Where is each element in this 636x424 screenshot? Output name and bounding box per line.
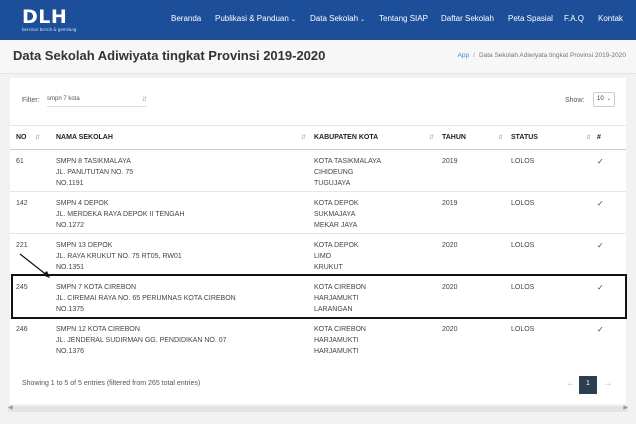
check-icon[interactable]: ✓ [597,149,626,192]
page-header: Data Sekolah Adiwiyata tingkat Provinsi … [0,40,636,74]
sort-icon: ⇵ [34,135,40,141]
page-size-select[interactable]: 10 ⌄ [593,92,615,107]
entries-info: Showing 1 to 5 of 5 entries (filtered fr… [22,380,201,387]
column-header-kabupaten-kota[interactable]: KABUPATEN KOTA ⇵ [312,125,440,150]
cell-kabupaten-kota: KOTA CIREBON HARJAMUKTI LARANGAN [312,275,440,318]
sort-icon: ⇵ [497,135,503,141]
table-row[interactable]: 142 SMPN 4 DEPOK JL. MERDEKA RAYA DEPOK I… [10,191,626,234]
column-header-nama-sekolah[interactable]: NAMA SEKOLAH ⇵ [54,125,312,150]
filter-label: Filter: [22,97,40,104]
cell-kabupaten-kota: KOTA DEPOK LIMO KRUKUT [312,233,440,276]
cell-no: 142 [10,191,54,234]
annotation-arrow-icon [19,253,50,278]
logo-text: DLH [22,6,68,28]
cell-tahun: 2019 [440,149,509,192]
sort-icon: ⇵ [428,135,434,141]
table-row[interactable]: 246 SMPN 12 KOTA CIREBON JL. JENDERAL SUD… [10,317,626,360]
cell-nama-sekolah: SMPN 13 DEPOK JL. RAYA KRUKUT NO. 75 RT05… [54,233,312,276]
cell-nama-sekolah: SMPN 7 KOTA CIREBON JL. CIREMAI RAYA NO. … [54,275,312,318]
nav-item-tentang-siap[interactable]: Tentang SIAP [379,14,428,23]
breadcrumb-separator: / [473,52,475,59]
chevron-down-icon: ⌄ [290,17,296,23]
schools-table: NO ⇵ NAMA SEKOLAH ⇵ KABUPATEN KOTA ⇵ TAHUN ⇵… [10,125,626,360]
cell-no: 245 [10,275,54,318]
show-label: Show: [565,97,585,104]
scroll-right-arrow-icon[interactable]: ▶ [623,404,628,411]
chevron-down-icon: ⌄ [360,17,366,23]
breadcrumb-app-link[interactable]: App [458,52,470,59]
page-button-current[interactable]: 1 [579,376,597,394]
cell-status: LOLOS [509,233,597,276]
select-arrows-icon: ⇵ [141,97,147,103]
cell-tahun: 2019 [440,191,509,234]
logo-tagline: bersinar bersih & gemilang [22,27,77,32]
top-navbar: DLH bersinar bersih & gemilang Beranda P… [0,0,636,40]
page-size-value: 10 [597,96,604,102]
page-title: Data Sekolah Adiwiyata tingkat Provinsi … [13,48,326,63]
nav-item-peta-spasial[interactable]: Peta Spasial [508,14,553,23]
cell-tahun: 2020 [440,233,509,276]
check-icon[interactable]: ✓ [597,233,626,276]
table-row[interactable]: 61 SMPN 8 TASIKMALAYA JL. PANUTUTAN NO. 7… [10,149,626,192]
prev-page-arrow-icon[interactable]: ← [566,378,576,389]
chevron-down-icon: ⌄ [606,96,611,102]
check-icon[interactable]: ✓ [597,191,626,234]
cell-status: LOLOS [509,275,597,318]
table-header-row: NO ⇵ NAMA SEKOLAH ⇵ KABUPATEN KOTA ⇵ TAHUN ⇵… [10,125,626,150]
breadcrumb: App / Data Sekolah Adiwiyata tingkat Provi… [458,52,626,59]
column-header-status[interactable]: STATUS ⇵ [509,125,597,150]
cell-status: LOLOS [509,317,597,360]
cell-status: LOLOS [509,149,597,192]
nav-item-beranda[interactable]: Beranda [171,14,201,23]
table-row-highlighted[interactable]: 245 SMPN 7 KOTA CIREBON JL. CIREMAI RAYA … [10,275,626,318]
cell-no: 246 [10,317,54,360]
cell-nama-sekolah: SMPN 12 KOTA CIREBON JL. JENDERAL SUDIRMA… [54,317,312,360]
nav-item-faq[interactable]: F.A.Q [564,14,584,23]
next-page-arrow-icon[interactable]: → [603,378,613,389]
column-header-no[interactable]: NO ⇵ [10,125,54,150]
cell-tahun: 2020 [440,275,509,318]
sort-icon: ⇵ [300,135,306,141]
data-table-card: Filter: smpn 7 kota ⇵ Show: 10 ⌄ NO ⇵ NAM… [10,78,626,404]
nav-item-data-sekolah[interactable]: Data Sekolah ⌄ [310,14,365,23]
nav-item-publikasi[interactable]: Publikasi & Panduan ⌄ [215,14,296,23]
sort-icon: ⇵ [585,135,591,141]
cell-kabupaten-kota: KOTA TASIKMALAYA CIHIDEUNG TUGUJAYA [312,149,440,192]
check-icon[interactable]: ✓ [597,275,626,318]
column-header-action: # [597,125,626,150]
nav-item-kontak[interactable]: Kontak [598,14,623,23]
cell-no: 61 [10,149,54,192]
check-icon[interactable]: ✓ [597,317,626,360]
cell-tahun: 2020 [440,317,509,360]
table-row[interactable]: 221 SMPN 13 DEPOK JL. RAYA KRUKUT NO. 75 … [10,233,626,276]
cell-nama-sekolah: SMPN 4 DEPOK JL. MERDEKA RAYA DEPOK II TE… [54,191,312,234]
cell-kabupaten-kota: KOTA DEPOK SUKMAJAYA MEKAR JAYA [312,191,440,234]
cell-status: LOLOS [509,191,597,234]
cell-nama-sekolah: SMPN 8 TASIKMALAYA JL. PANUTUTAN NO. 75 NO… [54,149,312,192]
nav-item-daftar-sekolah[interactable]: Daftar Sekolah [441,14,494,23]
filter-input[interactable]: smpn 7 kota ⇵ [47,93,147,107]
breadcrumb-current: Data Sekolah Adiwiyata tingkat Provinsi … [478,52,626,59]
horizontal-scrollbar[interactable]: ◀ ▶ [8,404,628,412]
column-header-tahun[interactable]: TAHUN ⇵ [440,125,509,150]
site-logo[interactable]: DLH [22,6,67,28]
scroll-left-arrow-icon[interactable]: ◀ [8,404,13,411]
filter-value: smpn 7 kota [47,96,80,102]
cell-kabupaten-kota: KOTA CIREBON HARJAMUKTI HARJAMUKTI [312,317,440,360]
